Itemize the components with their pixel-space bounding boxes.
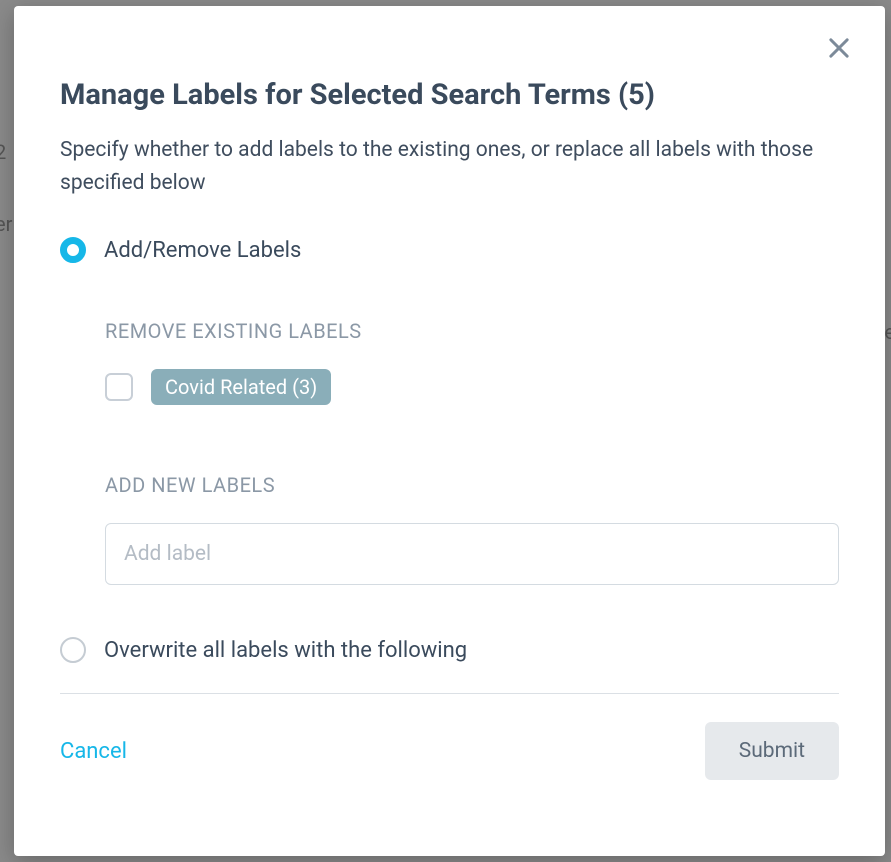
existing-label-row: Covid Related (3) bbox=[105, 369, 839, 405]
divider bbox=[60, 693, 839, 694]
modal-footer: Cancel Submit bbox=[60, 722, 839, 780]
radio-label: Overwrite all labels with the following bbox=[104, 638, 467, 663]
remove-labels-heading: REMOVE EXISTING LABELS bbox=[105, 319, 839, 343]
add-labels-heading: ADD NEW LABELS bbox=[105, 473, 839, 497]
modal-subtitle: Specify whether to add labels to the exi… bbox=[60, 134, 839, 199]
close-button[interactable] bbox=[821, 30, 857, 66]
radio-input-overwrite[interactable] bbox=[60, 637, 86, 663]
radio-label: Add/Remove Labels bbox=[104, 238, 301, 263]
add-label-input[interactable] bbox=[105, 523, 839, 585]
close-icon bbox=[825, 34, 853, 62]
submit-button[interactable]: Submit bbox=[705, 722, 839, 780]
modal-title: Manage Labels for Selected Search Terms … bbox=[60, 78, 839, 112]
radio-option-add-remove[interactable]: Add/Remove Labels bbox=[60, 237, 839, 263]
background-text: e bbox=[884, 320, 891, 344]
radio-option-overwrite[interactable]: Overwrite all labels with the following bbox=[60, 637, 839, 663]
background-text: 2 bbox=[0, 140, 6, 164]
label-checkbox[interactable] bbox=[105, 373, 133, 401]
cancel-button[interactable]: Cancel bbox=[60, 739, 127, 764]
radio-input-add-remove[interactable] bbox=[60, 237, 86, 263]
background-text: er bbox=[0, 212, 12, 236]
manage-labels-modal: Manage Labels for Selected Search Terms … bbox=[14, 6, 885, 856]
label-chip: Covid Related (3) bbox=[151, 369, 331, 405]
